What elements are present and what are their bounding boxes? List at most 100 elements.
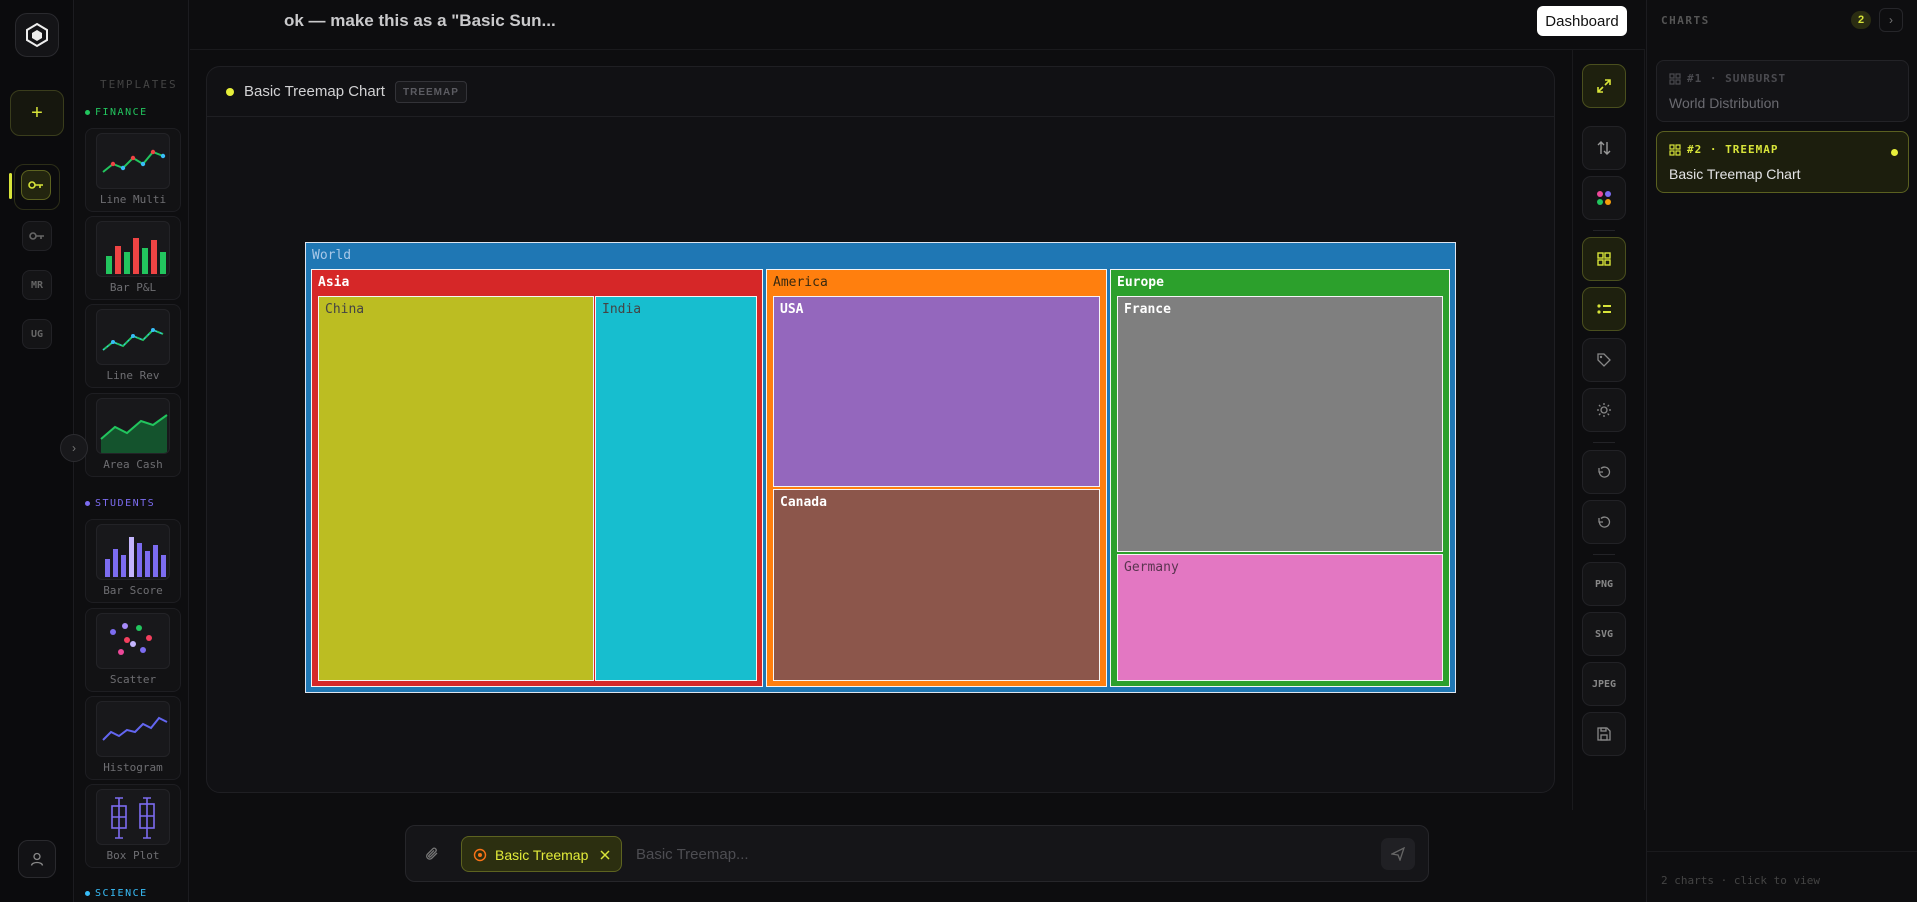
collapse-panel-button[interactable]: › [1879,8,1903,32]
charts-count-badge: 2 [1851,11,1871,29]
grid-icon [1597,252,1611,266]
pill-label: Basic Treemap [495,847,589,863]
send-button[interactable] [1381,838,1415,870]
chart-item-type: #2 · TREEMAP [1687,143,1779,156]
templates-heading: TEMPLATES [100,78,178,91]
prompt-composer: Basic Treemap [405,825,1429,882]
active-dot [1891,149,1898,156]
section-label: STUDENTS [95,498,156,509]
export-jpeg-button[interactable]: JPEG [1582,662,1626,706]
chart-item-meta: #2 · TREEMAP [1669,143,1778,156]
chevron-right-icon: › [1889,13,1893,27]
swap-icon [1597,141,1611,155]
charts-footer: 2 charts · click to view [1647,851,1917,902]
template-histogram[interactable]: Histogram [85,696,181,780]
key-icon-active[interactable] [21,170,51,200]
conversation-title: ok — make this as a "Basic Sun... [284,11,556,30]
plus-icon: + [31,101,43,124]
tag-icon [1597,353,1611,367]
chart-list-item[interactable]: #1 · SUNBURST World Distribution [1656,60,1909,122]
section-dot [85,110,90,115]
tm-label: America [773,275,828,290]
template-line-multi[interactable]: Line Multi [85,128,181,212]
app-logo[interactable] [15,13,59,57]
labels-toggle-button[interactable] [1582,338,1626,382]
treemap-chart: World Asia China India America USA Canad… [305,242,1456,693]
templates-panel: TEMPLATES FINANCE Line Multi Bar P&L Lin… [75,0,189,902]
tm-node-france[interactable]: France [1117,296,1443,552]
chart-header: Basic Treemap Chart TREEMAP [207,67,1554,117]
save-icon [1597,727,1611,741]
template-thumbnail [96,701,170,757]
template-scatter[interactable]: Scatter [85,608,181,692]
chart-toolbar: PNG SVG JPEG [1572,50,1645,810]
chart-item-name: World Distribution [1669,95,1780,111]
list-icon [1597,304,1611,314]
template-bar-pl[interactable]: Bar P&L [85,216,181,300]
template-area-cash[interactable]: Area Cash [85,393,181,477]
user-icon [30,852,44,866]
remove-pill-button[interactable] [596,846,614,864]
section-label: SCIENCE [95,888,148,899]
legend-toggle-button[interactable] [1582,287,1626,331]
tm-node-canada[interactable]: Canada [773,489,1100,681]
top-bar: ok — make this as a "Basic Sun... Dashbo… [190,0,1645,50]
template-bar-score[interactable]: Bar Score [85,519,181,603]
tm-node-india[interactable]: India [595,296,757,681]
palette-icon [1597,191,1611,205]
palette-button[interactable] [1582,176,1626,220]
export-svg-button[interactable]: SVG [1582,612,1626,656]
chart-item-name: Basic Treemap Chart [1669,166,1801,182]
swap-axes-button[interactable] [1582,126,1626,170]
export-png-button[interactable]: PNG [1582,562,1626,606]
key-icon[interactable] [22,221,52,251]
prompt-input[interactable] [636,841,1336,867]
chart-item-type: #1 · SUNBURST [1687,72,1787,85]
template-thumbnail [96,613,170,669]
chart-item-meta: #1 · SUNBURST [1669,72,1786,85]
theme-toggle-button[interactable] [1582,388,1626,432]
template-thumbnail [96,398,170,454]
tm-label: Canada [780,495,827,510]
dashboard-button[interactable]: Dashboard [1537,6,1627,36]
send-icon [1391,847,1405,861]
section-science: SCIENCE [85,888,148,899]
template-label: Box Plot [106,849,160,862]
template-label: Bar P&L [109,281,157,294]
toolbar-divider [1593,230,1615,231]
grid-toggle-button[interactable] [1582,237,1626,281]
new-chart-button[interactable]: + [10,90,64,136]
tm-node-china[interactable]: China [318,296,594,681]
template-line-rev[interactable]: Line Rev [85,304,181,388]
tm-node-germany[interactable]: Germany [1117,554,1443,681]
rail-chip-ug[interactable]: UG [22,319,52,349]
template-box-plot[interactable]: Box Plot [85,784,181,868]
charts-heading: CHARTS [1661,14,1710,27]
tm-label: Europe [1117,275,1164,290]
rail-chip-mr[interactable]: MR [22,270,52,300]
user-profile-button[interactable] [18,840,56,878]
tm-label: China [325,302,365,317]
close-icon [600,850,610,860]
tm-label: Germany [1124,560,1179,575]
undo-icon [1598,466,1611,478]
template-thumbnail [96,133,170,189]
section-label: FINANCE [95,107,148,118]
undo-button[interactable] [1582,450,1626,494]
tm-node-usa[interactable]: USA [773,296,1100,487]
redo-button[interactable] [1582,500,1626,544]
logo-icon [26,22,48,48]
chart-list-item-active[interactable]: #2 · TREEMAP Basic Treemap Chart [1656,131,1909,193]
chevron-right-icon: › [72,441,76,455]
template-label: Area Cash [103,458,163,471]
attach-button[interactable] [420,842,444,866]
template-label: Histogram [103,761,163,774]
template-pill[interactable]: Basic Treemap [461,836,622,872]
save-button[interactable] [1582,712,1626,756]
expand-sidebar-button[interactable]: › [60,434,88,462]
fullscreen-button[interactable] [1582,64,1626,108]
section-dot [85,891,90,896]
template-thumbnail [96,524,170,580]
template-label: Bar Score [103,584,163,597]
tm-label: World [312,248,352,263]
